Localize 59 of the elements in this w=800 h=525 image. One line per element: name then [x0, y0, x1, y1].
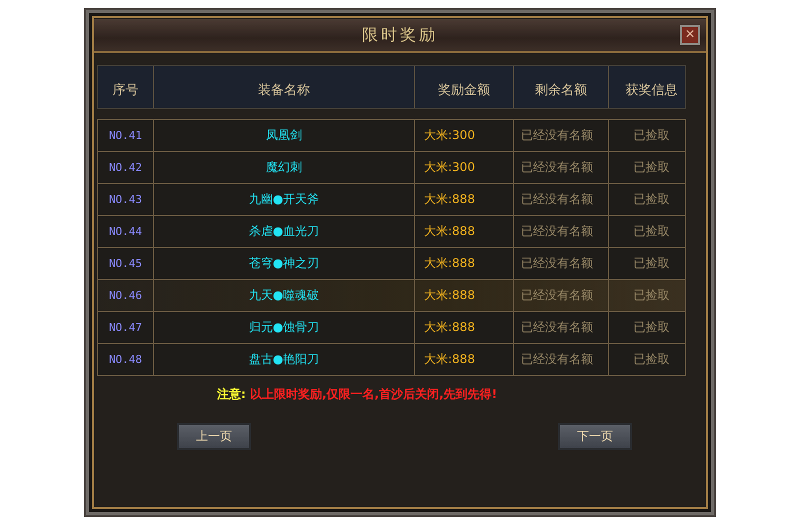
table-cell-text: 已捡取 — [632, 159, 670, 176]
close-button[interactable]: × — [680, 25, 700, 45]
table-cell: 苍穹●神之刃 — [154, 248, 415, 279]
table-row[interactable]: NO.47 归元●蚀骨刀 大米:888 已经没有名额 已捡取 — [98, 312, 685, 344]
table-cell-text: 已捡取 — [632, 287, 670, 304]
table-cell-text: 已捡取 — [632, 191, 670, 208]
table-cell: 九幽●开天斧 — [154, 184, 415, 215]
notice-text: 以上限时奖励,仅限一名,首沙后关闭,先到先得! — [250, 387, 498, 401]
table-cell: 大米:888 — [415, 344, 514, 375]
table-cell: 已经没有名额 — [514, 312, 609, 343]
table-cell-text: 已捡取 — [632, 127, 670, 144]
page-button[interactable]: 上一页 — [177, 423, 251, 450]
page-button[interactable]: 下一页 — [558, 423, 632, 450]
table-cell: NO.44 — [98, 216, 154, 247]
table-cell: 大米:888 — [415, 216, 514, 247]
table-row[interactable]: NO.43 九幽●开天斧 大米:888 已经没有名额 已捡取 — [98, 184, 685, 216]
table-cell: NO.42 — [98, 152, 154, 183]
table-cell-text: 已捡取 — [632, 351, 670, 368]
table-cell: 已经没有名额 — [514, 120, 609, 151]
table-cell: 归元●蚀骨刀 — [154, 312, 415, 343]
table-cell: 杀虐●血光刀 — [154, 216, 415, 247]
table-cell-text: 已捡取 — [632, 255, 670, 272]
table-row[interactable]: NO.46 九天●噬魂破 大米:888 已经没有名额 已捡取 — [98, 280, 685, 312]
table-cell: 大米:888 — [415, 312, 514, 343]
table-row[interactable]: NO.42 魔幻刺 大米:300 已经没有名额 已捡取 — [98, 152, 685, 184]
table-cell: 已经没有名额 — [514, 184, 609, 215]
table-row[interactable]: NO.48 盘古●艳阳刀 大米:888 已经没有名额 已捡取 — [98, 344, 685, 376]
table-row[interactable]: NO.45 苍穹●神之刃 大米:888 已经没有名额 已捡取 — [98, 248, 685, 280]
table-cell: NO.45 — [98, 248, 154, 279]
table-cell: NO.41 — [98, 120, 154, 151]
table-cell-text: 已捡取 — [632, 223, 670, 240]
table-cell: 已经没有名额 — [514, 344, 609, 375]
table-row[interactable]: NO.44 杀虐●血光刀 大米:888 已经没有名额 已捡取 — [98, 216, 685, 248]
window-title: 限时奖励 — [362, 24, 438, 46]
column-header: 序号 — [98, 66, 154, 108]
table-cell: 已经没有名额 — [514, 216, 609, 247]
table-cell: 已经没有名额 — [514, 152, 609, 183]
table-cell: 大米:300 — [415, 120, 514, 151]
table-cell: NO.48 — [98, 344, 154, 375]
table-cell: 盘古●艳阳刀 — [154, 344, 415, 375]
notice-label: 注意: — [217, 387, 246, 401]
column-header: 奖励金额 — [415, 66, 514, 108]
table-row[interactable]: NO.41 凤凰剑 大米:300 已经没有名额 已捡取 — [98, 120, 685, 152]
table-cell: NO.46 — [98, 280, 154, 311]
table-cell: 已经没有名额 — [514, 280, 609, 311]
table-cell: NO.47 — [98, 312, 154, 343]
column-header: 剩余名额 — [514, 66, 609, 108]
table-cell: 九天●噬魂破 — [154, 280, 415, 311]
table-cell: 大米:888 — [415, 280, 514, 311]
column-header: 装备名称 — [154, 66, 415, 108]
table-cell: 凤凰剑 — [154, 120, 415, 151]
table-cell: 大米:300 — [415, 152, 514, 183]
table-cell: 大米:888 — [415, 248, 514, 279]
table-cell: 魔幻刺 — [154, 152, 415, 183]
column-header: 获奖信息 — [624, 82, 678, 100]
table-cell-text: 已捡取 — [632, 319, 670, 336]
table-cell: 大米:888 — [415, 184, 514, 215]
table-cell: NO.43 — [98, 184, 154, 215]
table-cell: 已经没有名额 — [514, 248, 609, 279]
